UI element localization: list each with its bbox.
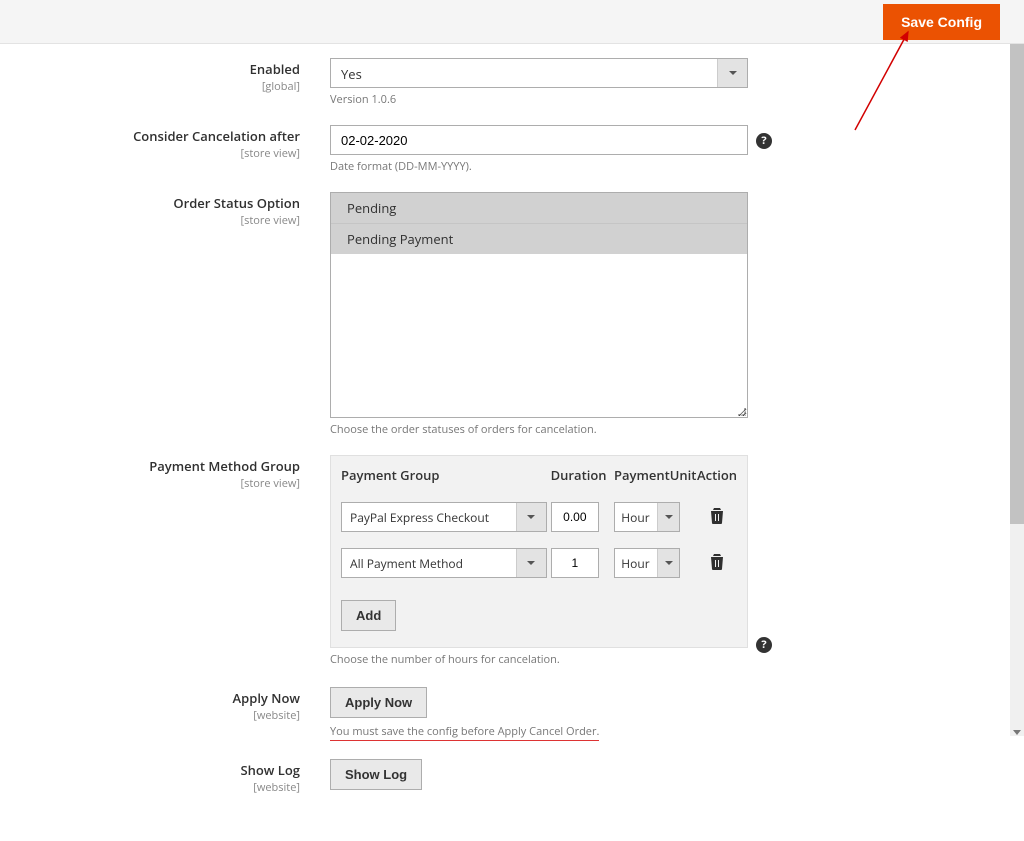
apply-now-button[interactable]: Apply Now xyxy=(330,687,427,718)
enabled-hint: Version 1.0.6 xyxy=(330,92,748,107)
scope-payment-group: [store view] xyxy=(0,476,300,491)
enabled-select[interactable]: Yes xyxy=(330,58,748,88)
field-show-log: Show Log [website] Show Log xyxy=(0,759,1024,795)
help-icon[interactable]: ? xyxy=(756,133,772,149)
trash-icon[interactable] xyxy=(710,552,724,575)
label-apply-now: Apply Now xyxy=(233,689,300,707)
payment-group-row: All Payment Method Hour xyxy=(331,540,747,586)
chevron-down-icon xyxy=(516,549,546,577)
label-enabled: Enabled xyxy=(250,60,300,78)
field-payment-group: Payment Method Group [store view] Paymen… xyxy=(0,455,1024,667)
payment-group-hint: Choose the number of hours for cancelati… xyxy=(330,652,560,667)
vertical-scrollbar[interactable] xyxy=(1010,44,1024,736)
order-status-multiselect[interactable]: Pending Pending Payment xyxy=(330,192,748,418)
payment-group-row: PayPal Express Checkout Hour xyxy=(331,494,747,540)
apply-now-hint: You must save the config before Apply Ca… xyxy=(330,724,599,741)
th-action: Action xyxy=(697,466,737,484)
payment-unit-select[interactable]: Hour xyxy=(614,548,680,578)
label-payment-group: Payment Method Group xyxy=(149,457,300,475)
show-log-button[interactable]: Show Log xyxy=(330,759,422,790)
enabled-value: Yes xyxy=(331,59,717,87)
consider-after-input[interactable] xyxy=(330,125,748,155)
consider-after-hint: Date format (DD-MM-YYYY). xyxy=(330,159,748,174)
th-unit: PaymentUnit xyxy=(608,466,697,484)
add-button[interactable]: Add xyxy=(341,600,396,631)
chevron-down-icon xyxy=(516,503,546,531)
resize-handle-icon[interactable] xyxy=(736,406,746,416)
duration-input[interactable] xyxy=(551,548,599,578)
chevron-down-icon xyxy=(717,59,747,87)
save-config-button[interactable]: Save Config xyxy=(883,4,1000,40)
duration-input[interactable] xyxy=(551,502,599,532)
help-icon[interactable]: ? xyxy=(756,637,772,653)
th-duration: Duration xyxy=(547,466,608,484)
field-consider-after: Consider Cancelation after [store view] … xyxy=(0,125,1024,174)
top-bar: Save Config xyxy=(0,0,1024,44)
payment-unit-select[interactable]: Hour xyxy=(614,502,680,532)
scope-apply-now: [website] xyxy=(0,708,300,723)
field-apply-now: Apply Now [website] Apply Now You must s… xyxy=(0,687,1024,741)
label-order-status: Order Status Option xyxy=(173,194,300,212)
scope-enabled: [global] xyxy=(0,79,300,94)
trash-icon[interactable] xyxy=(710,506,724,529)
payment-group-select[interactable]: PayPal Express Checkout xyxy=(341,502,547,532)
scope-show-log: [website] xyxy=(0,780,300,795)
scroll-down-icon[interactable] xyxy=(1010,728,1024,736)
order-status-option[interactable]: Pending Payment xyxy=(331,223,747,254)
field-order-status: Order Status Option [store view] Pending… xyxy=(0,192,1024,437)
chevron-down-icon xyxy=(657,503,679,531)
scope-consider-after: [store view] xyxy=(0,146,300,161)
order-status-option[interactable]: Pending xyxy=(331,193,747,223)
order-status-hint: Choose the order statuses of orders for … xyxy=(330,422,748,437)
payment-group-header: Payment Group Duration PaymentUnit Actio… xyxy=(331,456,747,494)
label-show-log: Show Log xyxy=(240,761,300,779)
scope-order-status: [store view] xyxy=(0,213,300,228)
config-form: Enabled [global] Yes Version 1.0.6 Consi… xyxy=(0,44,1024,795)
payment-group-table: Payment Group Duration PaymentUnit Actio… xyxy=(330,455,748,648)
th-group: Payment Group xyxy=(341,466,547,484)
field-enabled: Enabled [global] Yes Version 1.0.6 xyxy=(0,58,1024,107)
payment-group-select[interactable]: All Payment Method xyxy=(341,548,547,578)
scrollbar-thumb[interactable] xyxy=(1010,44,1024,524)
label-consider-after: Consider Cancelation after xyxy=(133,127,300,145)
chevron-down-icon xyxy=(657,549,679,577)
